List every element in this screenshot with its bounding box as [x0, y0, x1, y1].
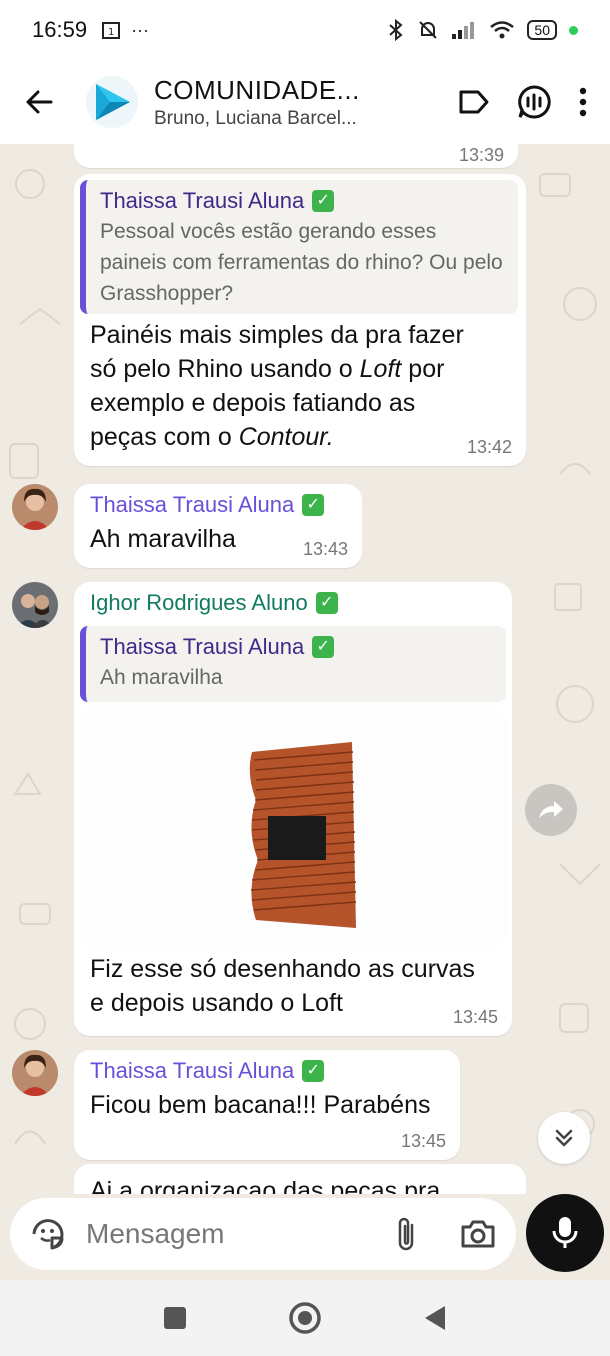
wifi-icon [490, 21, 515, 39]
message-bubble[interactable]: Youtube 13:39 [74, 144, 518, 168]
message-text: Ai a organizacao das pecas pra [90, 1177, 441, 1194]
attach-icon[interactable] [394, 1215, 420, 1253]
couple-avatar-icon [12, 582, 58, 628]
voice-chat-icon[interactable] [516, 84, 552, 120]
bell-off-icon [419, 21, 438, 39]
nav-back-icon[interactable] [422, 1304, 448, 1332]
nav-home-icon[interactable] [288, 1301, 322, 1335]
chat-participants: Bruno, Luciana Barcel... [154, 107, 357, 129]
verified-check-icon: ✓ [302, 494, 325, 516]
verified-check-icon: ✓ [302, 1060, 325, 1082]
quoted-text: Ah maravilha [100, 666, 223, 689]
sender-name: Ighor Rodrigues Aluno [90, 590, 308, 615]
person-avatar-icon [12, 484, 58, 530]
message-text: Ah maravilha [90, 525, 236, 553]
sender-avatar[interactable] [12, 1050, 58, 1096]
privacy-dot [569, 25, 578, 35]
chat-header: COMUNIDADE... Bruno, Luciana Barcel... [0, 60, 610, 144]
quoted-text: Pessoal vocês estão gerando esses painei… [100, 220, 503, 305]
message-bubble[interactable]: Thaissa Trausi Aluna ✓ Pessoal vocês est… [74, 174, 526, 466]
message-bubble[interactable]: Thaissa Trausi Aluna ✓ Ficou bem bacana!… [74, 1050, 460, 1160]
chat-title-block[interactable]: COMUNIDADE... Bruno, Luciana Barcel... [154, 75, 384, 130]
battery-indicator: 50 [527, 20, 557, 40]
back-arrow-icon [26, 90, 53, 114]
more-notifications-icon: ··· [131, 19, 150, 40]
message-text: Youtube [90, 144, 181, 152]
back-button[interactable] [6, 60, 72, 144]
sender-avatar[interactable] [12, 582, 58, 628]
message-text: Painéis mais simples da pra fazer só pel… [90, 321, 464, 451]
sender-name: Thaissa Trausi Aluna [90, 1058, 295, 1083]
verified-check-icon: ✓ [312, 190, 335, 212]
message-time: 13:45 [452, 1007, 498, 1027]
sender-avatar[interactable] [12, 484, 58, 530]
wood-panel-image [80, 710, 506, 946]
quoted-message[interactable]: Thaissa Trausi Aluna ✓ Pessoal vocês est… [80, 180, 518, 314]
person-avatar-icon [12, 1050, 58, 1096]
calendar-icon: 1 [102, 22, 121, 39]
chat-area[interactable]: Youtube 13:39 Thaissa Trausi Aluna ✓ Pes… [0, 144, 610, 1194]
chevron-double-down-icon [555, 1129, 573, 1147]
quoted-message[interactable]: Thaissa Trausi Aluna ✓ Ah maravilha [80, 626, 506, 702]
forward-button[interactable] [525, 784, 577, 836]
group-avatar[interactable] [86, 76, 138, 128]
forward-icon [539, 801, 563, 818]
message-input[interactable]: Mensagem [86, 1218, 394, 1250]
composer: Mensagem [0, 1194, 610, 1280]
mic-button[interactable] [526, 1194, 604, 1272]
message-time: 13:45 [400, 1131, 446, 1151]
bluetooth-icon [389, 19, 403, 41]
message-input-pill[interactable]: Mensagem [10, 1198, 516, 1270]
sender-name: Thaissa Trausi Aluna [90, 492, 295, 517]
quoted-sender-name: Thaissa Trausi Aluna [100, 634, 305, 659]
message-bubble[interactable]: Thaissa Trausi Aluna ✓ Ah maravilha 13:4… [74, 484, 362, 568]
message-time: 13:39 [458, 145, 504, 165]
message-text: Ficou bem bacana!!! Parabéns [90, 1091, 431, 1119]
camera-icon[interactable] [460, 1218, 496, 1250]
quoted-sender-name: Thaissa Trausi Aluna [100, 188, 305, 213]
chat-title: COMUNIDADE... [154, 74, 360, 105]
image-attachment[interactable] [80, 710, 506, 946]
message-time: 13:43 [302, 539, 348, 559]
scroll-to-bottom-button[interactable] [538, 1112, 590, 1164]
status-time: 16:59 [32, 17, 88, 42]
more-vert-icon[interactable] [578, 87, 588, 117]
svg-text:1: 1 [108, 27, 114, 38]
message-bubble[interactable]: Ai a organizacao das pecas pra [74, 1164, 526, 1194]
verified-check-icon: ✓ [315, 592, 338, 614]
system-nav-bar [0, 1280, 610, 1356]
mic-icon [552, 1217, 578, 1248]
verified-check-icon: ✓ [312, 636, 335, 658]
message-bubble[interactable]: Ighor Rodrigues Aluno ✓ Thaissa Trausi A… [74, 582, 512, 1036]
sticker-icon[interactable] [30, 1216, 66, 1252]
nav-square-icon[interactable] [162, 1305, 188, 1331]
signal-icon [452, 22, 475, 39]
status-bar: 16:59 1 ··· 50 [0, 0, 610, 60]
play-logo-icon [96, 84, 130, 120]
message-text: Fiz esse só desenhando as curvas e depoi… [90, 955, 475, 1017]
label-icon[interactable] [458, 88, 490, 116]
message-time: 13:42 [466, 437, 512, 457]
